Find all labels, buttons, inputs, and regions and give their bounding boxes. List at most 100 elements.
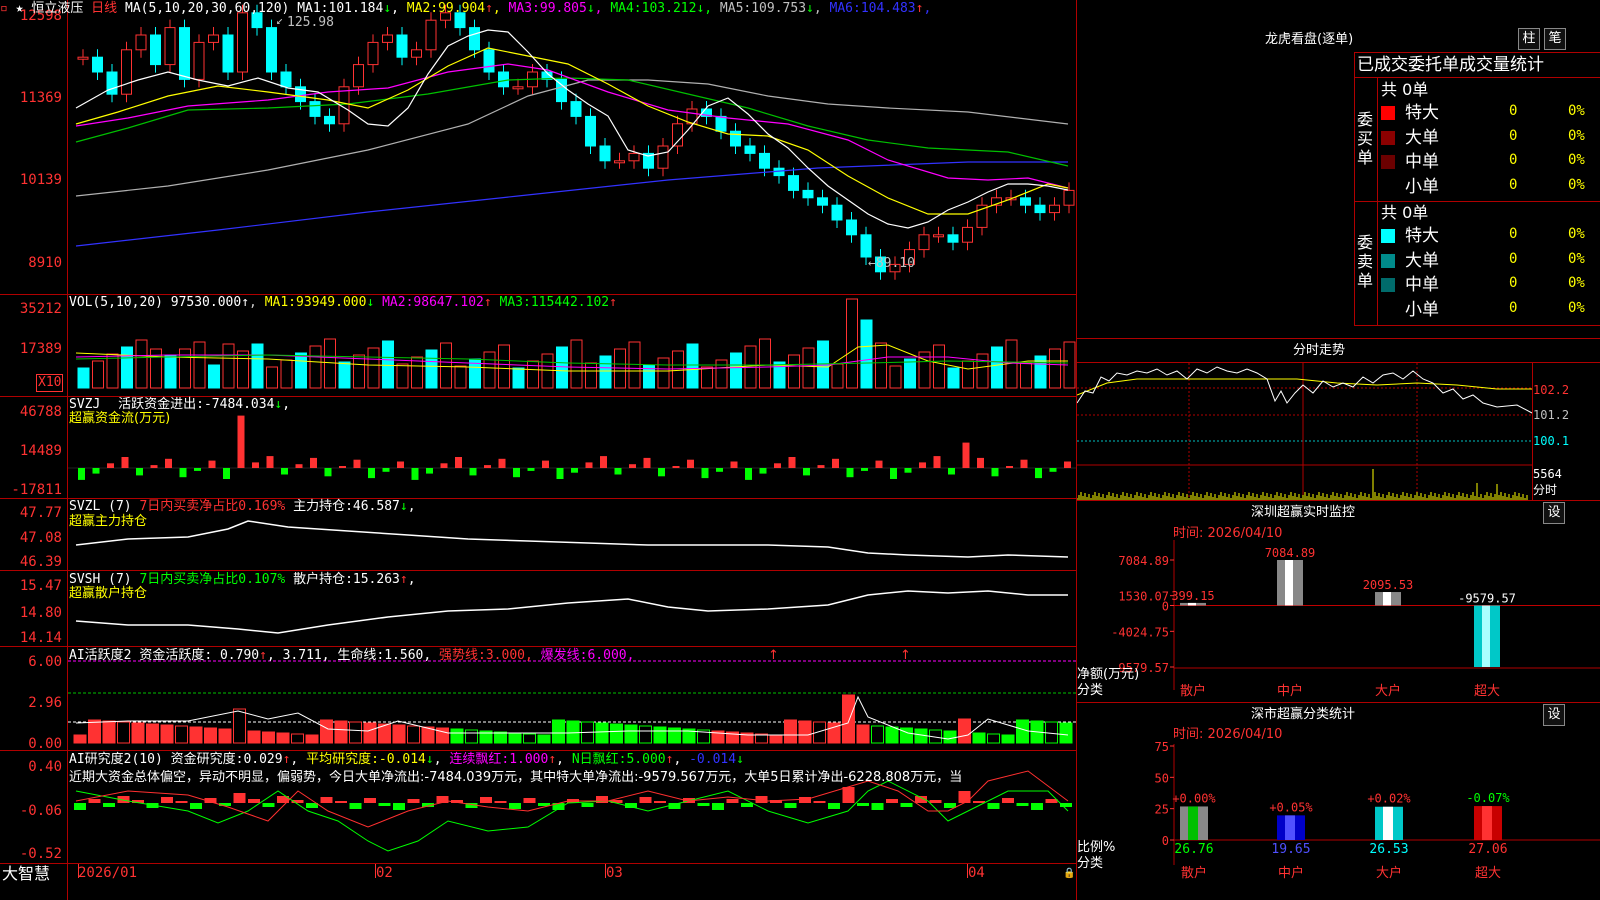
candle-body [599,145,611,162]
svzj-chart[interactable] [68,397,1076,498]
volume-bar [1049,348,1061,389]
tick-mode-button[interactable]: 笔 [1544,28,1566,50]
sell-row-pct-1: 0% [1568,226,1585,242]
ai1-v1: 0.790 [219,648,260,663]
svzj-bar [397,461,404,468]
vol-unit: X10 [36,374,64,392]
ai1-bar [233,708,246,744]
ai2-bar [813,801,826,803]
bar-mode-button[interactable]: 柱 [1518,28,1540,50]
stat2-settings-button[interactable]: 设 [1543,704,1565,726]
vol-ma3-value: 115442.102 [530,295,610,310]
ai1-bar [639,725,652,744]
star-icon[interactable]: ★ [16,1,24,16]
ai2-bar [697,803,710,806]
monitor-bar-chart[interactable]: 7084.891530.070-4024.75-9579.57 399.15散户… [1077,540,1600,700]
sell-row-swatch-1 [1381,229,1395,243]
ai2-avg-label: 平均研究度: [306,752,379,767]
buy-row-swatch-1 [1381,106,1395,120]
monitor-bar-label: 399.15 [1171,589,1214,603]
svzj-bar [179,468,187,478]
candle-body [614,160,625,164]
ai-research-chart[interactable] [68,751,1076,863]
volume-bar [280,359,293,389]
stat2-bar-chart[interactable]: 75 50 25 0 +0.00% 26.76 散户 +0.05% 19.65 中户 +0.02%… [1077,740,1600,900]
candle-body [222,34,234,73]
ai2-bar [987,803,1000,809]
volume-bar [730,352,742,389]
monitor-category-label: 大户 [1375,683,1401,699]
svzj-bar [223,468,230,479]
ai1-bar [88,719,101,744]
sell-row-name-3: 中单 [1405,275,1439,295]
monitor-bar-highlight [1482,605,1490,667]
stat2-title: 深市超赢分类统计 [1251,707,1356,722]
vol-label: VOL(5,10,20) [69,295,163,310]
svsh-header: SVSH (7) 7日内买卖净占比0.107% 散户持仓:15.263↑, [69,572,416,587]
ai2-bar [161,797,173,803]
candle-body [672,123,683,147]
candle-body [179,27,190,80]
ai2-n-label: N日飘红: [571,752,627,767]
buy-side-text: 委买单 [1357,110,1374,167]
ai2-bar [320,797,333,803]
svzj-bar [832,458,839,468]
ma3-value: 99.805 [539,1,587,16]
sell-row-pct-2: 0% [1568,250,1585,267]
ai2-header: AI研究度2(10) 资金研究度:0.029↑, 平均研究度:-0.014↓, … [69,752,744,767]
volume-bar [889,365,902,389]
volume-bar [672,350,684,389]
candlestick-chart[interactable]: ↙ [68,0,1076,294]
svzl-hold-value: 46.587 [352,499,400,514]
sell-row-swatch-2 [1381,253,1395,268]
candle-body [585,115,596,147]
ai1-bar [218,728,232,744]
volume-bar [454,365,467,389]
candle-body [425,19,437,51]
ai1-bar [291,733,304,744]
volume-bar [947,367,960,389]
volume-chart[interactable] [68,295,1076,396]
candle-body [730,130,741,147]
vol-header: VOL(5,10,20) 97530.000↑, MA1:93949.000↓ … [69,295,617,310]
stat2-bar-4 [1474,806,1502,840]
volume-bar [411,356,423,389]
ai2-bar [1016,803,1029,806]
period-label[interactable]: 日线 [91,1,117,16]
stock-name[interactable]: 恒立液压 [31,1,83,16]
svzj-bar [310,457,317,468]
volume-bar [382,340,394,389]
lhb-title: 龙虎看盘(逐单) [1265,32,1354,47]
stock-menu-icon[interactable]: ▫ [0,1,8,16]
volume-bar [976,353,989,389]
svzl-hold-label: 主力持仓: [293,499,353,514]
ai1-life-label: 生命线: [337,648,385,663]
svzj-bar [107,463,114,468]
buy-row-pct-3: 0% [1568,152,1585,168]
svzj-bar [281,468,288,475]
buy-row-value-1: 0 [1509,103,1518,119]
monitor-y-tick: 7084.89 [1118,554,1169,568]
ai2-bar [1002,798,1014,803]
svzl-header: SVZL (7) 7日内买卖净占比0.169% 主力持仓:46.587↓, [69,499,416,514]
volume-bar [498,344,510,389]
intraday-chart[interactable] [1077,363,1532,500]
svzj-bar [498,458,506,468]
stat2-y-tick: 50 [1155,771,1169,785]
svzj-value: -7484.034 [203,397,275,412]
monitor-settings-button[interactable]: 设 [1543,502,1565,524]
lock-icon[interactable]: 🔒 [1063,866,1075,881]
ai2-bar [378,803,391,806]
volume-bar [367,347,380,389]
stat2-value-label: 27.06 [1468,842,1507,857]
volume-bar [222,343,235,389]
ai2-bar [639,797,652,803]
monitor-category-label: 超大 [1474,684,1500,699]
chart-area[interactable]: ↙ 125.98 ←89.10 12598 11369 10139 8910 ▫… [0,0,1077,900]
candle-body [280,71,292,88]
ai1-bar [349,721,362,744]
volume-bar [92,360,104,389]
ai2-label: AI研究度2(10) [69,752,163,767]
monitor-bar-highlight [1383,592,1391,606]
ma1-label: MA1: [297,1,329,16]
